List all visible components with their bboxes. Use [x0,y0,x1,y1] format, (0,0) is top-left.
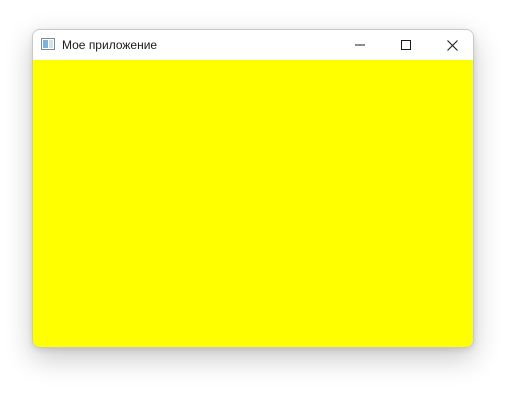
app-window: Мое приложение [32,29,474,348]
close-icon [446,39,458,51]
maximize-icon [401,40,411,50]
minimize-icon [355,44,365,46]
app-window-icon[interactable] [41,38,55,50]
window-title: Мое приложение [62,38,158,52]
client-area[interactable] [33,60,473,347]
app-icon-left-pane [43,40,48,48]
title-bar[interactable]: Мое приложение [33,30,473,60]
app-icon-right-pane [49,40,53,48]
maximize-button[interactable] [383,30,429,60]
minimize-button[interactable] [337,30,383,60]
close-button[interactable] [429,30,473,60]
